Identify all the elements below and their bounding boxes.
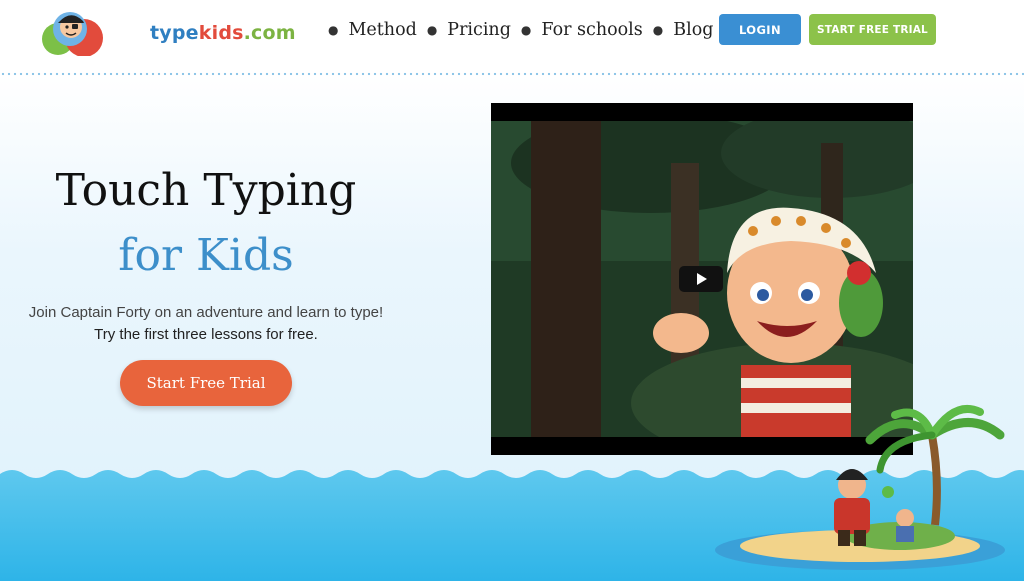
start-free-trial-header-button[interactable]: START FREE TRIAL (809, 14, 936, 45)
nav-item-method[interactable]: Method (348, 20, 416, 40)
nav-item-for-schools[interactable]: For schools (541, 20, 642, 40)
logo-wordmark: typekids.com (150, 22, 296, 44)
hero-subtitle-line1: Join Captain Forty on an adventure and l… (28, 304, 384, 321)
nav-item-pricing[interactable]: Pricing (447, 20, 511, 40)
logo-text-kids: kids (198, 22, 244, 44)
pirate-island-illustration (715, 404, 1005, 570)
site-header: typekids.com ● Method ● Pricing ● For sc… (0, 0, 1024, 74)
hero-title-line1: Touch Typing (55, 165, 357, 216)
start-free-trial-cta-button[interactable]: Start Free Trial (120, 360, 292, 406)
nav-bullet: ● (426, 23, 438, 37)
nav-bullet: ● (652, 23, 664, 37)
nav-bullet: ● (328, 23, 339, 37)
pirate-kid-logo-icon (42, 12, 103, 56)
play-icon (697, 273, 707, 285)
play-button[interactable] (679, 266, 723, 292)
nav-item-blog[interactable]: Blog (673, 20, 713, 40)
login-button[interactable]: LOGIN (719, 14, 801, 45)
main-nav: ● Method ● Pricing ● For schools ● Blog … (318, 16, 744, 44)
nav-bullet: ● (520, 23, 532, 37)
logo[interactable]: typekids.com (38, 6, 296, 56)
hero-title-line2: for Kids (118, 230, 294, 281)
hero-subtitle-line2: Try the first three lessons for free. (94, 326, 318, 343)
logo-text-domain: .com (243, 22, 296, 44)
logo-text-type: type (150, 22, 199, 44)
